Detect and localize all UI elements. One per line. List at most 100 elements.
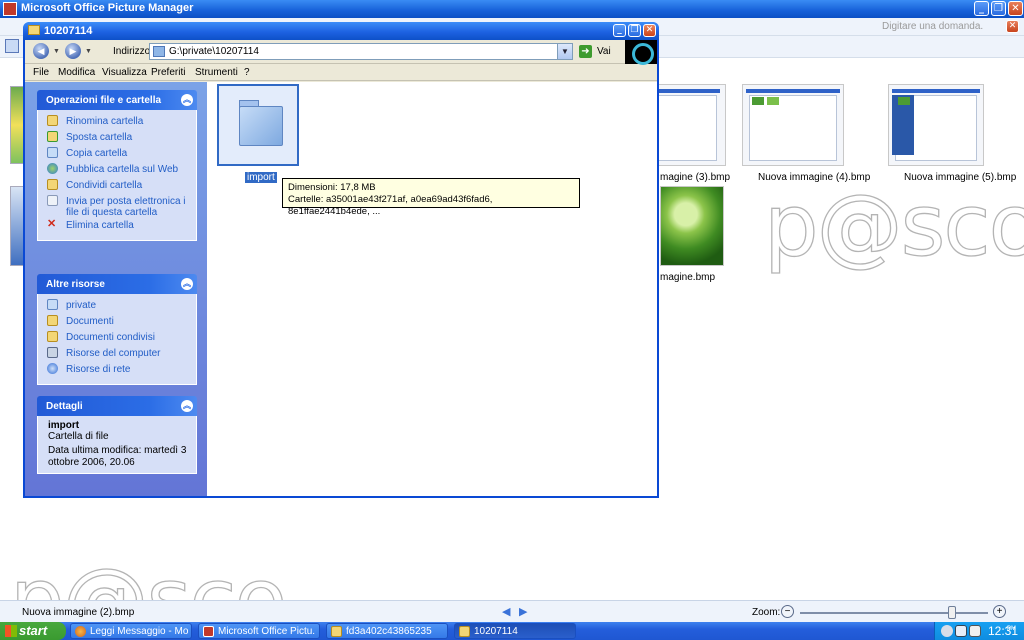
folder-icon: [331, 626, 342, 637]
windows-flag-icon: [5, 625, 17, 637]
address-folder-icon: [153, 46, 165, 57]
pm-close-button[interactable]: ✕: [1008, 1, 1023, 16]
zoom-in-icon[interactable]: +: [993, 605, 1006, 618]
panel-details-header[interactable]: Dettagli ︽: [37, 396, 197, 416]
pm-doc-close-button[interactable]: ✕: [1006, 20, 1019, 33]
copy-folder-icon: [47, 147, 58, 158]
folder-import-item[interactable]: [217, 84, 299, 166]
network-tray-icon[interactable]: [955, 625, 967, 637]
folder-import-label[interactable]: import: [245, 172, 277, 183]
side-thumbnail-2[interactable]: [10, 186, 24, 266]
forward-dropdown-icon[interactable]: ▼: [85, 48, 92, 55]
panel-file-tasks-header[interactable]: Operazioni file e cartella ︽: [37, 90, 197, 110]
taskbar-button-explorer[interactable]: 10207114: [454, 623, 576, 639]
thumbnail-leaf-image[interactable]: [660, 186, 724, 266]
help-question-box[interactable]: Digitare una domanda.: [882, 21, 1002, 32]
explorer-close-button[interactable]: ✕: [643, 24, 656, 37]
thumbnail-3-caption: magine (3).bmp: [660, 172, 731, 183]
menu-visualizza[interactable]: Visualizza: [102, 67, 147, 78]
thumbnail-4-image: [742, 84, 844, 166]
taskbar-button-folder-hash-label: fd3a402c43865235: [346, 626, 432, 637]
pm-minimize-button[interactable]: _: [974, 1, 989, 16]
menu-help[interactable]: ?: [244, 67, 250, 78]
firefox-icon: [75, 626, 86, 637]
collapse-chevron-icon[interactable]: ︽: [181, 278, 193, 290]
taskbar-button-mail[interactable]: Leggi Messaggio - Mo...: [70, 623, 192, 639]
address-dropdown-icon[interactable]: ▼: [557, 44, 572, 59]
task-copy-folder[interactable]: Copia cartella: [38, 146, 196, 162]
next-image-icon[interactable]: ▶: [519, 605, 527, 618]
task-delete-folder-label: Elimina cartella: [66, 220, 134, 231]
place-documents-label: Documenti: [66, 316, 114, 327]
rename-folder-icon: [47, 115, 58, 126]
place-private[interactable]: private: [38, 298, 196, 314]
place-shared-documents[interactable]: Documenti condivisi: [38, 330, 196, 346]
task-email-files[interactable]: Invia per posta elettronica i file di qu…: [38, 194, 196, 218]
start-button[interactable]: start: [0, 622, 66, 640]
task-rename-folder[interactable]: Rinomina cartella: [38, 114, 196, 130]
task-publish-web[interactable]: Pubblica cartella sul Web: [38, 162, 196, 178]
tooltip-folders: Cartelle: a35001ae43f271af, a0ea69ad43f6…: [288, 194, 493, 217]
forward-button[interactable]: ▶: [65, 43, 81, 59]
back-dropdown-icon[interactable]: ▼: [53, 48, 60, 55]
zoom-slider-track[interactable]: [800, 612, 988, 614]
network-globe-icon: [47, 363, 58, 374]
picture-manager-titlebar: Microsoft Office Picture Manager _ ❐ ✕: [0, 0, 1024, 18]
task-move-folder[interactable]: Sposta cartella: [38, 130, 196, 146]
collapse-chevron-icon[interactable]: ︽: [181, 94, 193, 106]
place-documents[interactable]: Documenti: [38, 314, 196, 330]
task-rename-folder-label: Rinomina cartella: [66, 116, 144, 127]
menu-file[interactable]: File: [33, 67, 49, 78]
address-input[interactable]: G:\private\10207114 ▼: [149, 43, 573, 60]
explorer-maximize-button[interactable]: ❐: [628, 24, 641, 37]
explorer-window: 10207114 _ ❐ ✕ ◀ ▼ ▶ ▼ Indirizzo G:\priv…: [23, 22, 659, 498]
menu-preferiti[interactable]: Preferiti: [151, 67, 185, 78]
folder-icon: [459, 626, 470, 637]
previous-image-icon[interactable]: ◀: [502, 605, 510, 618]
place-my-computer[interactable]: Risorse del computer: [38, 346, 196, 362]
tooltip-size: Dimensioni: 17,8 MB: [288, 182, 376, 193]
menu-modifica[interactable]: Modifica: [58, 67, 95, 78]
zoom-slider-handle[interactable]: [948, 606, 956, 619]
task-delete-folder[interactable]: ✕ Elimina cartella: [38, 218, 196, 234]
task-share-folder-label: Condividi cartella: [66, 180, 143, 191]
go-arrow-icon[interactable]: ➜: [579, 45, 592, 58]
back-tray-icon[interactable]: [941, 625, 953, 637]
address-toolbar: ◀ ▼ ▶ ▼ Indirizzo G:\private\10207114 ▼ …: [25, 40, 657, 65]
explorer-titlebar[interactable]: 10207114 _ ❐ ✕: [23, 22, 659, 40]
thumbnail-view-icon[interactable]: [5, 39, 19, 53]
task-share-folder[interactable]: Condividi cartella: [38, 178, 196, 194]
details-type: Cartella di file: [48, 431, 109, 442]
windows-throbber-logo: [625, 40, 657, 65]
panel-file-tasks: Operazioni file e cartella ︽ Rinomina ca…: [37, 90, 197, 241]
details-name: import: [48, 420, 80, 431]
task-publish-web-label: Pubblica cartella sul Web: [66, 164, 179, 175]
taskbar-button-folder-hash[interactable]: fd3a402c43865235: [326, 623, 448, 639]
place-network[interactable]: Risorse di rete: [38, 362, 196, 378]
panel-details-body: import Cartella di file Data ultima modi…: [37, 416, 197, 474]
zoom-out-icon[interactable]: −: [781, 605, 794, 618]
status-filename: Nuova immagine (2).bmp: [22, 607, 135, 618]
go-button[interactable]: Vai: [597, 46, 611, 57]
menu-strumenti[interactable]: Strumenti: [195, 67, 238, 78]
computer-icon: [47, 347, 58, 358]
panel-other-places-body: private Documenti Documenti condivisi Ri…: [37, 294, 197, 385]
picture-manager-icon: [203, 626, 214, 637]
watermark-right: p@sco: [763, 175, 1024, 276]
back-button[interactable]: ◀: [33, 43, 49, 59]
side-thumbnail-1[interactable]: [10, 86, 24, 164]
task-copy-folder-label: Copia cartella: [66, 148, 128, 159]
pm-maximize-button[interactable]: ❐: [991, 1, 1006, 16]
volume-tray-icon[interactable]: [969, 625, 981, 637]
share-folder-icon: [47, 179, 58, 190]
folder-info-tooltip: Dimensioni: 17,8 MB Cartelle: a35001ae43…: [282, 178, 580, 217]
explorer-body: ◀ ▼ ▶ ▼ Indirizzo G:\private\10207114 ▼ …: [25, 40, 657, 496]
collapse-chevron-icon[interactable]: ︽: [181, 400, 193, 412]
delete-x-icon: ✕: [47, 218, 57, 230]
panel-other-places-header[interactable]: Altre risorse ︽: [37, 274, 197, 294]
taskbar-button-picture-manager[interactable]: Microsoft Office Pictu...: [198, 623, 320, 639]
place-my-computer-label: Risorse del computer: [66, 348, 161, 359]
explorer-minimize-button[interactable]: _: [613, 24, 626, 37]
task-email-files-label: Invia per posta elettronica i file di qu…: [66, 196, 186, 218]
picture-manager-app-icon: [3, 2, 17, 16]
